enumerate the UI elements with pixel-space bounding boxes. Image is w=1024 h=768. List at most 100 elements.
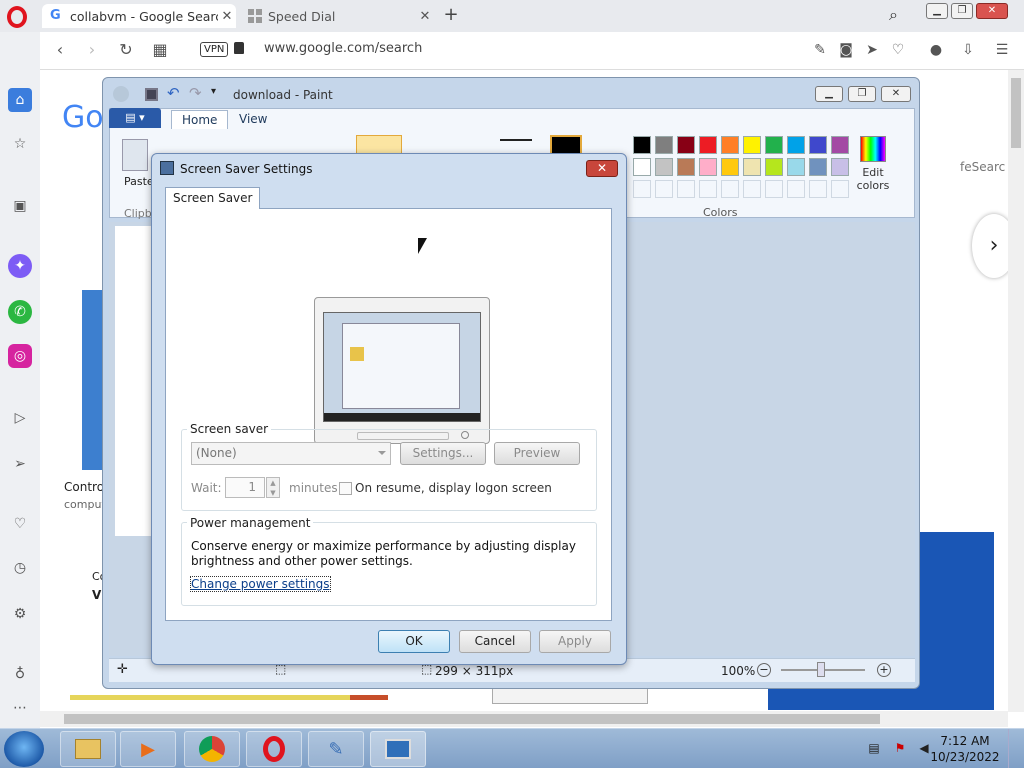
send-sidebar-icon[interactable]: ➢ (8, 452, 32, 476)
back-icon[interactable]: ‹ (50, 40, 70, 60)
palette-color-swatch[interactable] (809, 136, 827, 154)
player-icon[interactable]: ▷ (8, 406, 32, 430)
start-button[interactable] (4, 731, 44, 767)
scrollbar-thumb[interactable] (1011, 78, 1021, 148)
undo-icon[interactable]: ↶ (167, 84, 180, 102)
url-field[interactable]: www.google.com/search (264, 41, 422, 56)
easy-setup-icon[interactable]: ☰ (992, 40, 1012, 60)
save-icon[interactable] (145, 88, 158, 101)
custom-color-slot[interactable] (809, 180, 827, 198)
paint-minimize-button[interactable]: ▁ (815, 86, 843, 102)
settings-button[interactable]: Settings... (400, 442, 486, 465)
explorer-taskbar-icon[interactable] (60, 731, 116, 767)
quick-access-dropdown-icon[interactable]: ▾ (211, 86, 216, 97)
palette-color-swatch[interactable] (787, 158, 805, 176)
apply-button[interactable]: Apply (539, 630, 611, 653)
horizontal-scrollbar[interactable] (40, 711, 1008, 727)
palette-color-swatch[interactable] (699, 136, 717, 154)
wait-minutes-input[interactable]: 1 (225, 477, 265, 498)
chevron-down-icon[interactable] (378, 451, 386, 455)
paint-close-button[interactable]: ✕ (881, 86, 911, 102)
custom-color-slot[interactable] (765, 180, 783, 198)
new-tab-button[interactable]: + (440, 4, 462, 26)
tab-screen-saver[interactable]: Screen Saver (165, 187, 261, 209)
history-icon[interactable]: ◷ (8, 556, 32, 580)
palette-color-swatch[interactable] (743, 136, 761, 154)
close-tab-icon[interactable]: ✕ (218, 9, 236, 24)
palette-color-swatch[interactable] (765, 158, 783, 176)
forward-icon[interactable]: › (82, 40, 102, 60)
screen-saver-select[interactable]: (None) (191, 442, 391, 465)
heart-icon[interactable]: ♡ (888, 40, 908, 60)
wait-spinner[interactable]: ▲ ▼ (266, 477, 280, 498)
system-clock[interactable]: 7:12 AM 10/23/2022 (930, 733, 1000, 765)
tab-collabvm-search[interactable]: G collabvm - Google Search ✕ (42, 4, 236, 28)
palette-color-swatch[interactable] (765, 136, 783, 154)
paint-maximize-button[interactable]: ❐ (848, 86, 876, 102)
change-power-settings-link[interactable]: Change power settings (190, 576, 331, 592)
palette-color-swatch[interactable] (677, 136, 695, 154)
tab-view[interactable]: View (229, 110, 277, 128)
opera-taskbar-icon[interactable] (246, 731, 302, 767)
palette-color-swatch[interactable] (787, 136, 805, 154)
resume-logon-checkbox[interactable] (339, 482, 352, 495)
palette-color-swatch[interactable] (809, 158, 827, 176)
close-tab-icon[interactable]: ✕ (416, 9, 434, 24)
minimize-button[interactable]: ▁ (926, 3, 948, 19)
show-desktop-button[interactable] (1008, 729, 1024, 768)
download-icon[interactable]: ⇩ (958, 40, 978, 60)
tab-speed-dial[interactable]: Speed Dial ✕ (240, 4, 434, 28)
resume-logon-label[interactable]: On resume, display logon screen (355, 481, 552, 495)
paste-icon[interactable] (122, 139, 148, 171)
heart-sidebar-icon[interactable]: ♡ (8, 512, 32, 536)
custom-color-slot[interactable] (743, 180, 761, 198)
paint-file-menu-button[interactable]: ▤ ▾ (109, 108, 161, 128)
zoom-slider-thumb[interactable] (817, 662, 825, 677)
zoom-in-button[interactable]: + (877, 663, 891, 677)
search-tabs-icon[interactable]: ⌕ (889, 5, 911, 27)
custom-color-slot[interactable] (633, 180, 651, 198)
safesearch-fragment[interactable]: feSearc (960, 160, 1005, 174)
palette-color-swatch[interactable] (677, 158, 695, 176)
paint-taskbar-icon[interactable]: ✎ (308, 731, 364, 767)
profile-icon[interactable]: ● (926, 40, 946, 60)
display-settings-taskbar-icon[interactable] (370, 731, 426, 767)
custom-color-slot[interactable] (787, 180, 805, 198)
custom-color-slot[interactable] (655, 180, 673, 198)
star-icon[interactable]: ☆ (8, 132, 32, 156)
opera-logo[interactable] (7, 6, 27, 28)
instagram-icon[interactable]: ◎ (8, 344, 32, 368)
cancel-button[interactable]: Cancel (459, 630, 531, 653)
paint-titlebar[interactable]: ↶ ↷ ▾ download - Paint ▁ ❐ ✕ (103, 78, 919, 108)
tab-grid-icon[interactable]: ▦ (150, 40, 170, 60)
paint-app-icon[interactable] (113, 86, 129, 102)
palette-color-swatch[interactable] (655, 136, 673, 154)
paint-canvas[interactable] (115, 226, 155, 536)
send-icon[interactable]: ➤ (862, 40, 882, 60)
whatsapp-icon[interactable]: ✆ (8, 300, 32, 324)
maximize-button[interactable]: ❐ (951, 3, 973, 19)
home-icon[interactable]: ⌂ (8, 88, 32, 112)
vpn-badge[interactable]: VPN (200, 42, 229, 57)
preview-button[interactable]: Preview (494, 442, 580, 465)
ok-button[interactable]: OK (378, 630, 450, 653)
action-center-icon[interactable]: ⚑ (892, 741, 908, 757)
edit-icon[interactable]: ✎ (810, 40, 830, 60)
custom-color-slot[interactable] (699, 180, 717, 198)
custom-color-slot[interactable] (677, 180, 695, 198)
palette-color-swatch[interactable] (831, 136, 849, 154)
lightbulb-icon[interactable]: ♁ (8, 662, 32, 686)
vertical-scrollbar[interactable] (1008, 70, 1024, 712)
snapshot-icon[interactable]: ◙ (836, 40, 856, 60)
paste-label[interactable]: Paste (124, 175, 154, 188)
custom-color-slot[interactable] (721, 180, 739, 198)
media-player-taskbar-icon[interactable]: ▶ (120, 731, 176, 767)
palette-color-swatch[interactable] (831, 158, 849, 176)
palette-color-swatch[interactable] (743, 158, 761, 176)
palette-color-swatch[interactable] (633, 158, 651, 176)
reload-icon[interactable]: ↻ (116, 40, 136, 60)
zoom-out-button[interactable]: − (757, 663, 771, 677)
lock-icon[interactable] (234, 42, 244, 54)
edit-colors-button[interactable]: Edit colors (855, 136, 891, 196)
palette-color-swatch[interactable] (721, 158, 739, 176)
